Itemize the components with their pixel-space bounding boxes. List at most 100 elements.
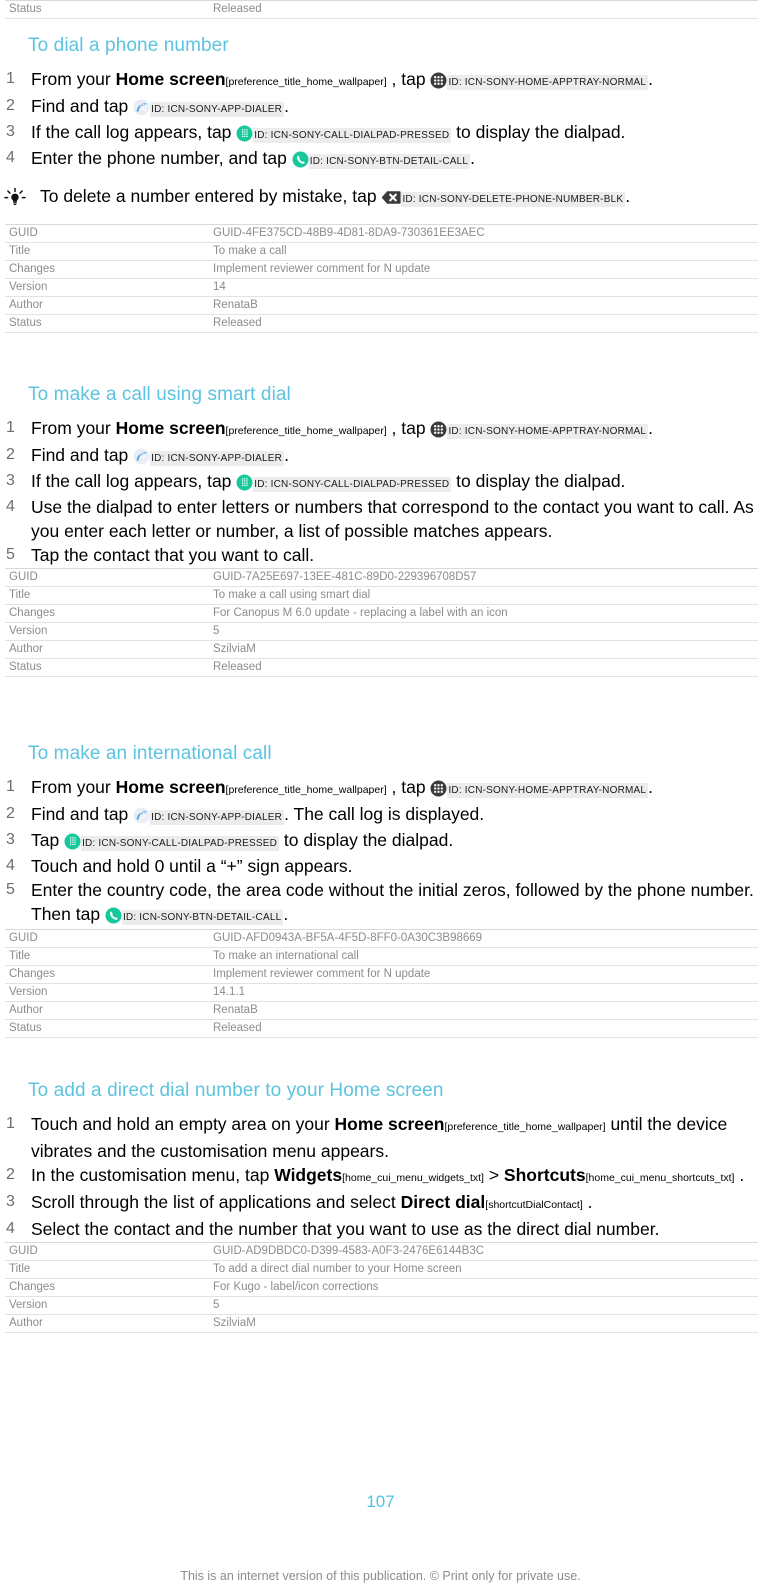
dialer-app-icon[interactable] <box>133 99 150 116</box>
icon-id-chip: ID: ICN-SONY-HOME-APPTRAY-NORMAL <box>447 783 649 798</box>
meta-value: GUID-7A25E697-13EE-481C-89D0-229396708D5… <box>209 568 758 587</box>
call-button-icon[interactable] <box>292 151 309 168</box>
list-item: Select the contact and the number that y… <box>0 1217 761 1241</box>
list-item: Find and tap ID: ICN-SONY-APP-DIALER. Th… <box>0 802 761 828</box>
table-row: Changes Implement reviewer comment for N … <box>5 260 758 279</box>
section-heading: To dial a phone number <box>28 35 229 56</box>
step-text: Tap <box>31 830 65 850</box>
meta-value: Implement reviewer comment for N update <box>209 965 758 984</box>
meta-key: Author <box>5 296 209 315</box>
meta-value: To make a call <box>209 242 758 261</box>
meta-key: Title <box>5 586 209 605</box>
icon-id-chip: ID: ICN-SONY-HOME-APPTRAY-NORMAL <box>447 424 649 439</box>
step-text: Find and tap <box>31 445 134 465</box>
metadata-table: GUID GUID-AD9DBDC0-D399-4583-A0F3-2476E61… <box>5 1242 758 1333</box>
dialer-app-icon[interactable] <box>133 448 150 465</box>
step-text: , tap <box>391 69 431 89</box>
dialpad-pressed-icon[interactable] <box>236 125 253 142</box>
resource-key-token: [preference_title_home_wallpaper] <box>225 76 387 88</box>
procedure-steps: Touch and hold an empty area on your Hom… <box>0 1112 761 1241</box>
meta-key: GUID <box>5 568 209 587</box>
resource-key-token: [home_cui_menu_shortcuts_txt] <box>585 1172 735 1184</box>
step-text: Scroll through the list of applications … <box>31 1192 401 1212</box>
meta-value: Released <box>209 1019 758 1038</box>
step-text: . <box>284 96 289 116</box>
meta-key: Title <box>5 947 209 966</box>
meta-value: Implement reviewer comment for N update <box>209 260 758 279</box>
meta-value: For Canopus M 6.0 update - replacing a l… <box>209 604 758 623</box>
metadata-table: GUID GUID-7A25E697-13EE-481C-89D0-2293967… <box>5 568 758 677</box>
meta-key: Changes <box>5 260 209 279</box>
table-row: Version 5 <box>5 622 758 641</box>
section-heading: To make a call using smart dial <box>28 384 291 405</box>
dialer-app-icon[interactable] <box>133 807 150 824</box>
delete-backspace-icon[interactable] <box>381 190 402 205</box>
lightbulb-tip-icon <box>4 188 26 208</box>
step-text: . <box>283 904 289 924</box>
copyright-note: This is an internet version of this publ… <box>180 1569 581 1583</box>
section-make-an-international-call: To make an international call From your … <box>0 742 761 1038</box>
step-text: . The call log is displayed. <box>284 804 485 824</box>
step-text: to display the dialpad. <box>451 471 626 491</box>
procedure-steps: From your Home screen[preference_title_h… <box>0 416 761 567</box>
meta-key: Author <box>5 1001 209 1020</box>
table-row: Version 14.1.1 <box>5 983 758 1002</box>
icon-id-chip: ID: ICN-SONY-APP-DIALER <box>150 810 285 825</box>
meta-key: Title <box>5 1260 209 1279</box>
procedure-steps: From your Home screen[preference_title_h… <box>0 67 761 172</box>
list-item: Find and tap ID: ICN-SONY-APP-DIALER. <box>0 94 761 120</box>
metadata-table-top: Status Released <box>5 0 758 19</box>
apptray-grid-icon[interactable] <box>430 780 447 797</box>
list-item: Tap the contact that you want to call. <box>0 543 761 567</box>
ui-label: Home screen <box>115 418 226 438</box>
manual-page: Status Released To dial a phone number Fr… <box>0 0 761 1590</box>
ui-label: Direct dial <box>400 1192 486 1212</box>
meta-key: GUID <box>5 224 209 243</box>
section-heading: To add a direct dial number to your Home… <box>28 1080 444 1101</box>
step-text: to display the dialpad. <box>451 122 626 142</box>
meta-key: Version <box>5 622 209 641</box>
list-item: Enter the phone number, and tap ID: ICN-… <box>0 146 761 172</box>
step-text: Touch and hold an empty area on your <box>31 1114 335 1134</box>
step-text: Select the contact and the number that y… <box>31 1219 660 1239</box>
procedure-steps: From your Home screen[preference_title_h… <box>0 775 761 928</box>
icon-id-chip: ID: ICN-SONY-CALL-DIALPAD-PRESSED <box>81 836 280 851</box>
table-row: GUID GUID-AFD0943A-BF5A-4F5D-8FF0-0A30C3B… <box>5 929 758 948</box>
apptray-grid-icon[interactable] <box>430 72 447 89</box>
ui-label: Shortcuts <box>503 1165 586 1185</box>
resource-key-token: [preference_title_home_wallpaper] <box>225 425 387 437</box>
list-item: Scroll through the list of applications … <box>0 1190 761 1217</box>
step-text: , tap <box>391 418 431 438</box>
step-text: . <box>648 418 654 438</box>
meta-key: Title <box>5 242 209 261</box>
call-button-icon[interactable] <box>105 907 122 924</box>
table-row: GUID GUID-4FE375CD-48B9-4D81-8DA9-730361E… <box>5 224 758 243</box>
step-text: Use the dialpad to enter letters or numb… <box>31 497 754 541</box>
table-row: Status Released <box>5 658 758 677</box>
step-text: , tap <box>391 777 431 797</box>
meta-key: Status <box>5 0 209 19</box>
list-item: From your Home screen[preference_title_h… <box>0 775 761 802</box>
meta-value: To make a call using smart dial <box>209 586 758 605</box>
meta-value: SzilviaM <box>209 1314 758 1333</box>
metadata-table: GUID GUID-AFD0943A-BF5A-4F5D-8FF0-0A30C3B… <box>5 929 758 1038</box>
step-text: . <box>648 69 654 89</box>
meta-value: To make an international call <box>209 947 758 966</box>
meta-key: Author <box>5 640 209 659</box>
table-row: Changes For Canopus M 6.0 update - replac… <box>5 604 758 623</box>
step-text: . <box>739 1165 745 1185</box>
list-item: Tap ID: ICN-SONY-CALL-DIALPAD-PRESSED to… <box>0 828 761 854</box>
meta-key: Author <box>5 1314 209 1333</box>
section-dial-a-phone-number: To dial a phone number From your Home sc… <box>0 34 761 333</box>
dialpad-pressed-icon[interactable] <box>64 833 81 850</box>
list-item: Touch and hold an empty area on your Hom… <box>0 1112 761 1163</box>
dialpad-pressed-icon[interactable] <box>236 474 253 491</box>
list-item: Use the dialpad to enter letters or numb… <box>0 495 761 543</box>
meta-value: RenataB <box>209 1001 758 1020</box>
apptray-grid-icon[interactable] <box>430 421 447 438</box>
resource-key-token: [home_cui_menu_widgets_txt] <box>342 1172 484 1184</box>
step-text: . <box>284 445 289 465</box>
icon-id-chip: ID: ICN-SONY-CALL-DIALPAD-PRESSED <box>253 477 452 492</box>
top-partial-meta-table-wrap: Status Released <box>0 0 761 19</box>
step-text: If the call log appears, tap <box>31 471 237 491</box>
